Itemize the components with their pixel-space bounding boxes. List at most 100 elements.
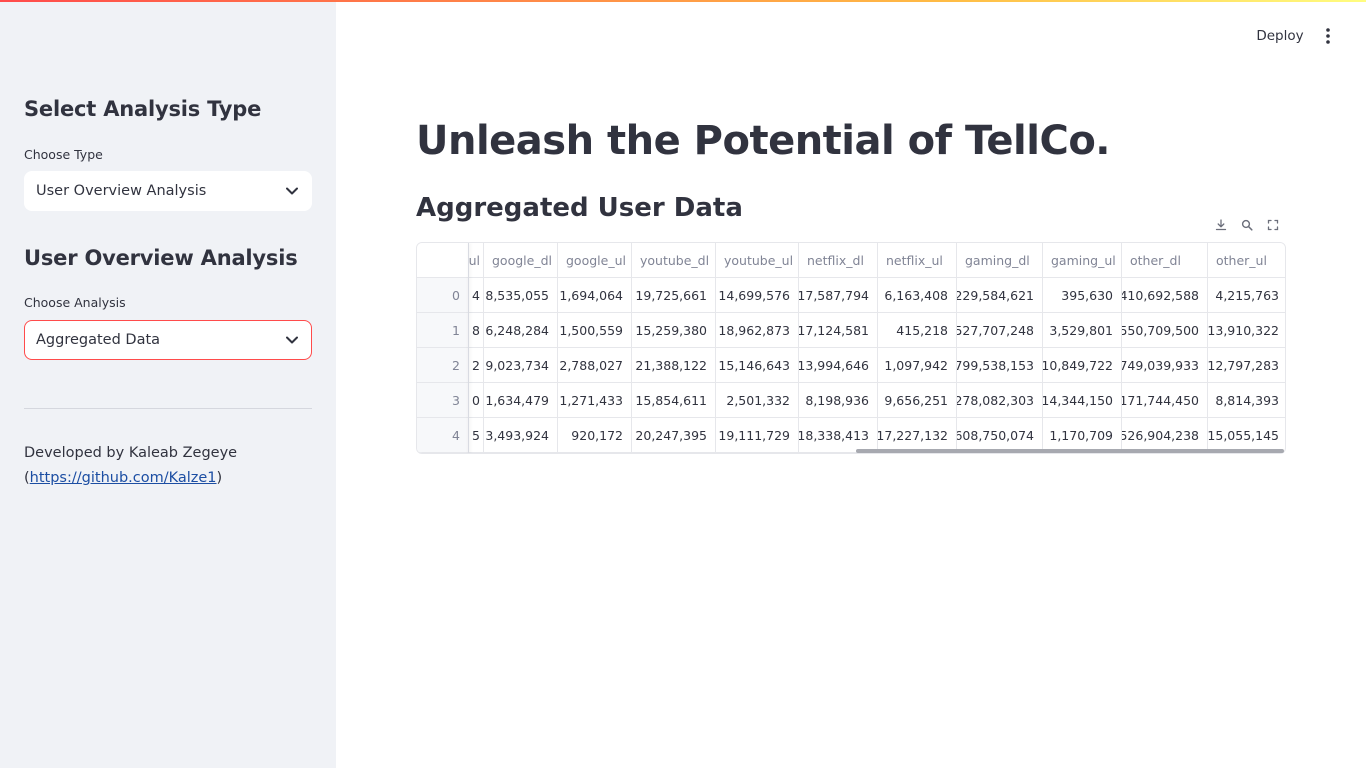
table-cell[interactable]: 1,271,433: [558, 383, 632, 418]
table-cell[interactable]: 8,198,936: [799, 383, 878, 418]
table-cell[interactable]: 526,904,238: [1122, 418, 1208, 453]
table-cell[interactable]: 14,699,576: [716, 278, 799, 313]
table-cell[interactable]: 1,634,479: [484, 383, 558, 418]
index-column-divider: [468, 243, 469, 453]
table-cell[interactable]: 395,630: [1043, 278, 1122, 313]
index-header: [417, 243, 468, 278]
table-cell[interactable]: 527,707,248: [957, 313, 1043, 348]
choose-analysis-select[interactable]: Aggregated Data: [24, 320, 312, 360]
table-cell[interactable]: 8,814,393: [1208, 383, 1285, 418]
table-cell[interactable]: 920,172: [558, 418, 632, 453]
table-cell[interactable]: 18,962,873: [716, 313, 799, 348]
column-header[interactable]: gaming_dl: [957, 243, 1043, 278]
table-cell[interactable]: 2,788,027: [558, 348, 632, 383]
table-cell[interactable]: 15,146,643: [716, 348, 799, 383]
table-cell[interactable]: 18,338,413: [799, 418, 878, 453]
column-header[interactable]: netflix_dl: [799, 243, 878, 278]
section-heading: User Overview Analysis: [24, 246, 298, 270]
choose-type-select[interactable]: User Overview Analysis: [24, 171, 312, 211]
table-cell[interactable]: 550,709,500: [1122, 313, 1208, 348]
column-header[interactable]: gaming_ul: [1043, 243, 1122, 278]
table-cell[interactable]: 12,797,283: [1208, 348, 1285, 383]
table-cell[interactable]: 171,744,450: [1122, 383, 1208, 418]
table-cell[interactable]: 799,538,153: [957, 348, 1043, 383]
choose-analysis-value: Aggregated Data: [36, 332, 161, 348]
table-row: 2 2 9,023,734 2,788,027 21,388,122 15,14…: [417, 348, 1285, 383]
chevron-down-icon: [285, 333, 299, 347]
developer-name: Developed by Kaleab Zegeye: [24, 445, 238, 461]
column-header[interactable]: other_dl: [1122, 243, 1208, 278]
table-cell[interactable]: 1,097,942: [878, 348, 957, 383]
table-cell[interactable]: 9,656,251: [878, 383, 957, 418]
table-cell[interactable]: 415,218: [878, 313, 957, 348]
table-cell-partial[interactable]: 8: [469, 313, 484, 348]
table-toolbar: [1208, 212, 1286, 238]
github-link[interactable]: https://github.com/Kalze1: [30, 470, 217, 486]
table-cell[interactable]: 3,493,924: [484, 418, 558, 453]
table-cell[interactable]: 8,535,055: [484, 278, 558, 313]
table-cell-partial[interactable]: 5: [469, 418, 484, 453]
data-table[interactable]: ul google_dl google_ul youtube_dl youtub…: [416, 242, 1286, 454]
table-cell[interactable]: 3,529,801: [1043, 313, 1122, 348]
table-row: 3 0 1,634,479 1,271,433 15,854,611 2,501…: [417, 383, 1285, 418]
table-cell[interactable]: 17,124,581: [799, 313, 878, 348]
table-cell[interactable]: 17,587,794: [799, 278, 878, 313]
column-header[interactable]: google_ul: [558, 243, 632, 278]
table-cell[interactable]: 13,910,322: [1208, 313, 1285, 348]
table-cell[interactable]: 410,692,588: [1122, 278, 1208, 313]
table-cell[interactable]: 6,248,284: [484, 313, 558, 348]
column-header[interactable]: youtube_dl: [632, 243, 716, 278]
choose-type-label: Choose Type: [24, 147, 103, 162]
choose-analysis-label: Choose Analysis: [24, 295, 126, 310]
table-cell[interactable]: 14,344,150: [1043, 383, 1122, 418]
table-row: 4 5 3,493,924 920,172 20,247,395 19,111,…: [417, 418, 1285, 453]
table-cell[interactable]: 19,725,661: [632, 278, 716, 313]
fullscreen-icon[interactable]: [1263, 215, 1283, 235]
table-cell[interactable]: 6,163,408: [878, 278, 957, 313]
table-cell-partial[interactable]: 0: [469, 383, 484, 418]
sidebar: Select Analysis Type Choose Type User Ov…: [0, 0, 336, 768]
table-cell[interactable]: 15,055,145: [1208, 418, 1285, 453]
column-header-partial[interactable]: ul: [469, 243, 484, 278]
table-cell[interactable]: 19,111,729: [716, 418, 799, 453]
column-header[interactable]: youtube_ul: [716, 243, 799, 278]
table-cell[interactable]: 608,750,074: [957, 418, 1043, 453]
table-cell[interactable]: 21,388,122: [632, 348, 716, 383]
row-index: 4: [417, 418, 468, 453]
search-icon[interactable]: [1237, 215, 1257, 235]
table-cell-partial[interactable]: 2: [469, 348, 484, 383]
chevron-down-icon: [285, 184, 299, 198]
table-cell[interactable]: 2,501,332: [716, 383, 799, 418]
table-cell[interactable]: 15,854,611: [632, 383, 716, 418]
row-index: 3: [417, 383, 468, 418]
download-icon[interactable]: [1211, 215, 1231, 235]
table-cell-partial[interactable]: 4: [469, 278, 484, 313]
table-cell[interactable]: 278,082,303: [957, 383, 1043, 418]
deploy-button[interactable]: Deploy: [1248, 24, 1312, 48]
table-row: 1 8 6,248,284 1,500,559 15,259,380 18,96…: [417, 313, 1285, 348]
table-cell[interactable]: 13,994,646: [799, 348, 878, 383]
sidebar-divider: [24, 408, 312, 409]
table-cell[interactable]: 9,023,734: [484, 348, 558, 383]
link-close-paren: ): [216, 470, 223, 486]
table-cell[interactable]: 1,694,064: [558, 278, 632, 313]
table-cell[interactable]: 17,227,132: [878, 418, 957, 453]
page-title: Unleash the Potential of TellCo.: [416, 118, 1111, 164]
table-cell[interactable]: 229,584,621: [957, 278, 1043, 313]
table-cell[interactable]: 20,247,395: [632, 418, 716, 453]
kebab-menu-icon[interactable]: [1318, 24, 1338, 48]
table-cell[interactable]: 1,500,559: [558, 313, 632, 348]
developer-credit: Developed by Kaleab Zegeye (https://gith…: [24, 441, 314, 491]
column-header[interactable]: google_dl: [484, 243, 558, 278]
horizontal-scrollbar[interactable]: [856, 449, 1284, 453]
table-cell[interactable]: 15,259,380: [632, 313, 716, 348]
table-row: 0 4 8,535,055 1,694,064 19,725,661 14,69…: [417, 278, 1285, 313]
table-cell[interactable]: 749,039,933: [1122, 348, 1208, 383]
table-cell[interactable]: 10,849,722: [1043, 348, 1122, 383]
column-header[interactable]: netflix_ul: [878, 243, 957, 278]
column-header[interactable]: other_ul: [1208, 243, 1285, 278]
table-cell[interactable]: 1,170,709: [1043, 418, 1122, 453]
row-index: 0: [417, 278, 468, 313]
table-cell[interactable]: 4,215,763: [1208, 278, 1285, 313]
choose-type-value: User Overview Analysis: [36, 183, 207, 199]
